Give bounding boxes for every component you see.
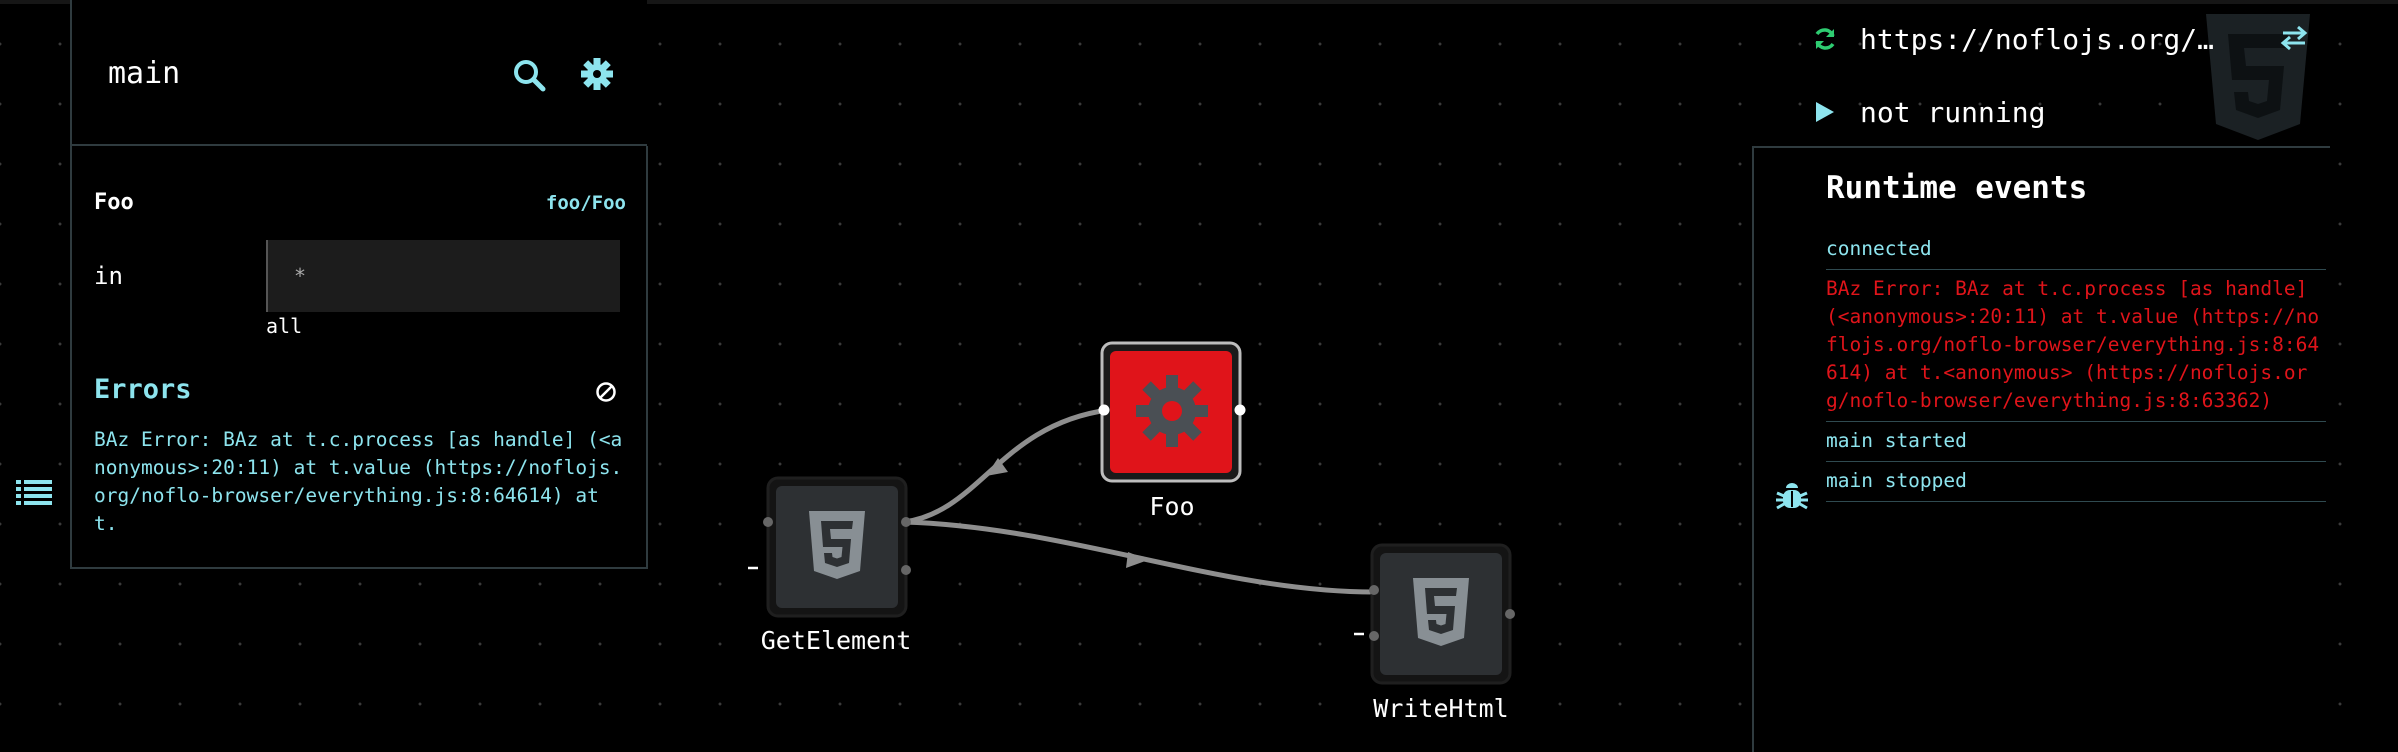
graph-header: main [70,0,647,146]
gear-icon [1136,375,1208,447]
event-item-error: BAz Error: BAz at t.c.process [as handle… [1826,270,2326,422]
error-message: BAz Error: BAz at t.c.process [as handle… [94,428,623,535]
node-label-foo[interactable]: Foo [1052,492,1292,521]
graph-title[interactable]: main [108,56,180,91]
runtime-url[interactable]: https://noflojs.org/… [1860,23,2214,56]
node-inspector: Foo foo/Foo in all Errors BAz Error: BAz… [70,146,648,569]
events-title: Runtime events [1826,170,2088,206]
html5-icon [1413,578,1469,646]
node-getelement[interactable] [748,476,911,618]
event-item: main started [1826,422,2326,462]
event-item: connected [1826,230,2326,270]
port-label: in [94,262,123,290]
node-writehtml[interactable] [1354,543,1515,685]
node-component[interactable]: foo/Foo [546,192,626,214]
node-name[interactable]: Foo [94,190,134,215]
events-list: connected BAz Error: BAz at t.c.process … [1826,230,2326,502]
runtime-header: https://noflojs.org/… not running [1752,0,2328,148]
node-foo[interactable] [1098,341,1246,483]
port-value-input[interactable] [266,240,620,312]
event-item: main stopped [1826,462,2326,502]
node-label-getelement[interactable]: GetElement [716,626,956,655]
node-label-writehtml[interactable]: WriteHtml [1321,694,1561,723]
settings-gear-icon[interactable] [580,57,614,91]
search-icon[interactable] [512,58,546,92]
errors-heading: Errors [94,374,192,405]
runtime-status: not running [1860,96,2046,129]
html5-icon [809,511,865,579]
runtime-events-panel: Runtime events connected BAz Error: BAz … [1752,146,2330,752]
refresh-icon[interactable] [1812,26,1838,52]
swap-runtime-icon[interactable] [2280,24,2308,52]
port-type: all [266,314,303,338]
play-icon[interactable] [1814,100,1836,124]
edge-arrow-2 [1126,552,1148,568]
clear-errors-icon[interactable] [594,380,618,404]
bug-icon[interactable] [1774,478,1810,514]
